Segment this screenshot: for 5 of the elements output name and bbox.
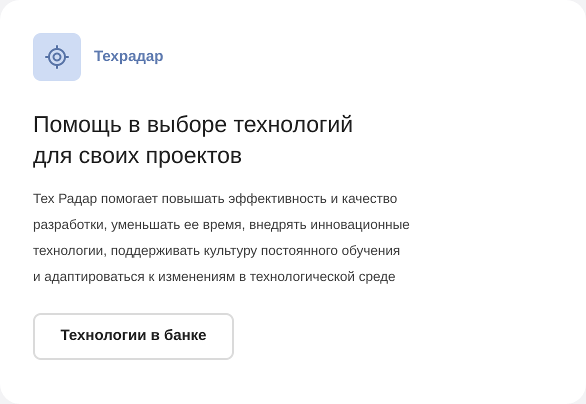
banking-tech-button[interactable]: Технологии в банке	[33, 313, 234, 360]
card-title: Помощь в выборе технологий для своих проектов	[33, 110, 354, 170]
section-label: Техрадар	[94, 46, 164, 67]
description: Тех Радар помогает повышать эффективность и качество разработки, уменьшать ее время, внедрять инновационные технологии, поддерживать культуру постоянного обучения и адаптироваться к изменениям в технологической среде	[33, 190, 411, 286]
target-icon	[33, 33, 81, 81]
